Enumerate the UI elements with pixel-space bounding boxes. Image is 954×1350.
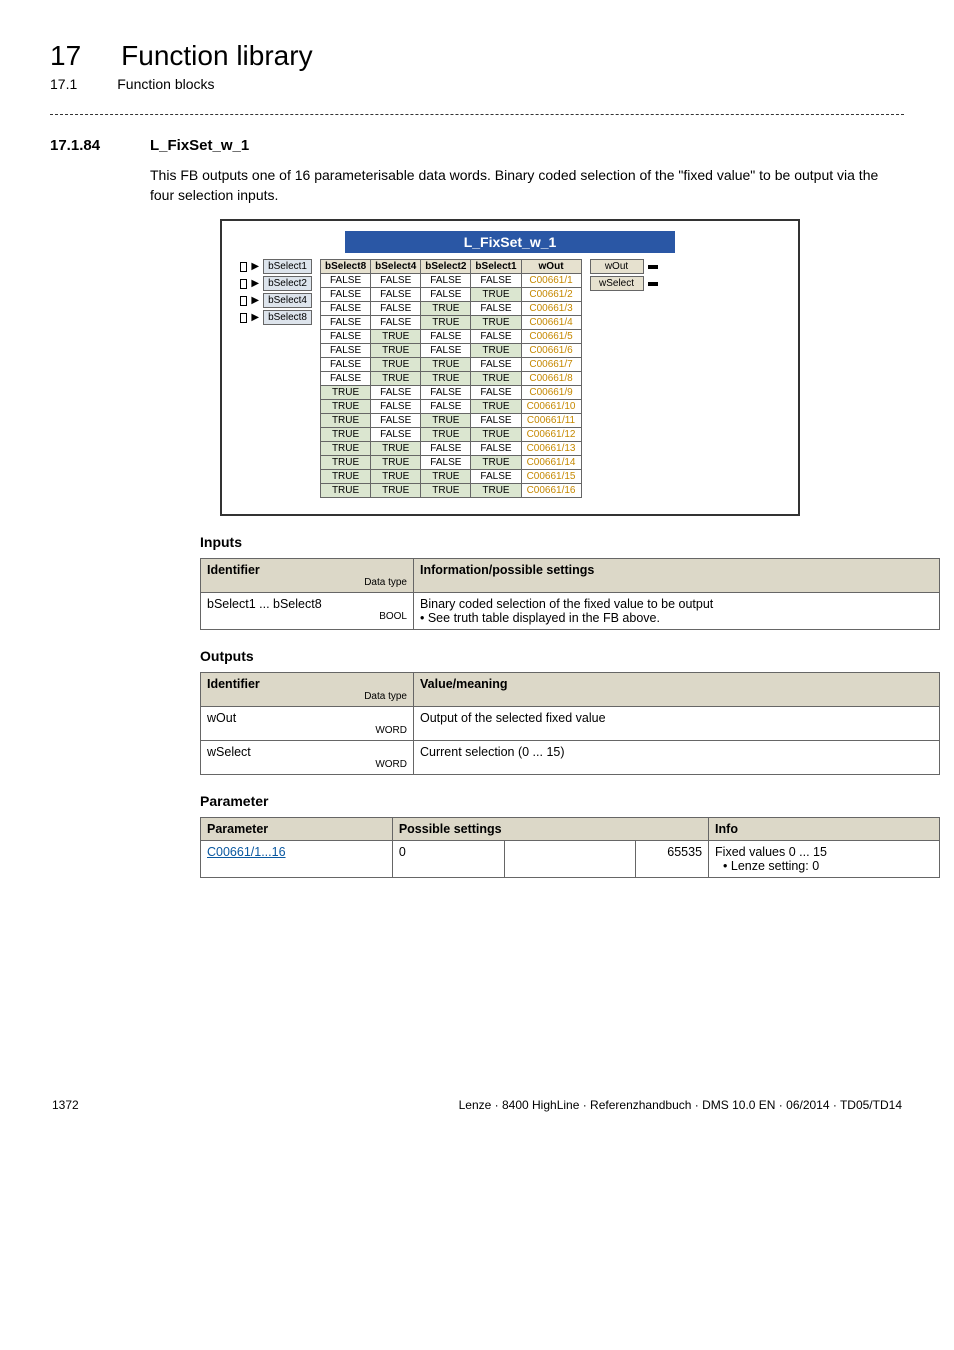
param-info2: • Lenze setting: 0 <box>715 859 819 873</box>
param-heading: Parameter <box>200 793 904 809</box>
inputs-th-info: Information/possible settings <box>414 559 940 593</box>
inputs-th-dtype: Data type <box>207 577 407 588</box>
fb-title: L_FixSet_w_1 <box>345 231 675 253</box>
chapter-title: Function library <box>121 40 312 72</box>
truth-row: TRUETRUETRUETRUEC00661/16 <box>321 484 582 498</box>
divider <box>50 114 904 115</box>
param-th-param: Parameter <box>201 818 393 841</box>
truth-row: TRUEFALSETRUETRUEC00661/12 <box>321 428 582 442</box>
param-th-info: Info <box>709 818 940 841</box>
truth-row: FALSEFALSETRUETRUEC00661/4 <box>321 316 582 330</box>
param-info1: Fixed values 0 ... 15 <box>715 845 827 859</box>
outputs-th-id: Identifier <box>207 677 260 691</box>
param-link[interactable]: C00661/1...16 <box>207 845 286 859</box>
fb-output-wselect: wSelect <box>590 276 658 291</box>
outputs-row0-info: Output of the selected fixed value <box>414 707 940 741</box>
truth-header: bSelect4 <box>371 260 421 274</box>
inputs-table: Identifier Data type Information/possibl… <box>200 558 940 630</box>
truth-row: FALSETRUETRUEFALSEC00661/7 <box>321 358 582 372</box>
inputs-th-id: Identifier <box>207 563 260 577</box>
truth-row: TRUEFALSETRUEFALSEC00661/11 <box>321 414 582 428</box>
page-number: 1372 <box>52 1098 79 1112</box>
chapter-number: 17 <box>50 40 81 72</box>
outputs-th-dtype: Data type <box>207 691 407 702</box>
param-th-possible: Possible settings <box>392 818 708 841</box>
fb-input-bselect1: ▶bSelect1 <box>240 259 312 274</box>
truth-row: TRUETRUETRUEFALSEC00661/15 <box>321 470 582 484</box>
fb-input-bselect2: ▶bSelect2 <box>240 276 312 291</box>
outputs-row0-id: wOut <box>207 711 236 725</box>
param-min: 0 <box>392 841 504 878</box>
param-max: 65535 <box>636 841 709 878</box>
truth-row: FALSETRUEFALSEFALSEC00661/5 <box>321 330 582 344</box>
outputs-th-info: Value/meaning <box>414 673 940 707</box>
fb-diagram: L_FixSet_w_1 ▶bSelect1 ▶bSelect2 ▶bSelect4… <box>220 219 800 516</box>
truth-row: TRUEFALSEFALSEFALSEC00661/9 <box>321 386 582 400</box>
truth-row: TRUEFALSEFALSETRUEC00661/10 <box>321 400 582 414</box>
footer-right: Lenze · 8400 HighLine · Referenzhandbuch… <box>459 1098 902 1112</box>
subsection-title: Function blocks <box>117 76 214 92</box>
truth-row: FALSETRUETRUETRUEC00661/8 <box>321 372 582 386</box>
truth-header: bSelect2 <box>421 260 471 274</box>
truth-row: FALSETRUEFALSETRUEC00661/6 <box>321 344 582 358</box>
inputs-row-dtype: BOOL <box>207 611 407 622</box>
section-number: 17.1.84 <box>50 137 122 154</box>
fb-input-bselect8: ▶bSelect8 <box>240 310 312 325</box>
inputs-row-info2: • See truth table displayed in the FB ab… <box>420 611 660 625</box>
fb-output-wout: wOut <box>590 259 658 274</box>
inputs-row-id: bSelect1 ... bSelect8 <box>207 597 322 611</box>
truth-header: bSelect1 <box>471 260 521 274</box>
inputs-heading: Inputs <box>200 534 904 550</box>
truth-row: TRUETRUEFALSETRUEC00661/14 <box>321 456 582 470</box>
outputs-row1-info: Current selection (0 ... 15) <box>414 741 940 775</box>
section-title: L_FixSet_w_1 <box>150 137 249 154</box>
outputs-row0-dtype: WORD <box>207 725 407 736</box>
truth-row: FALSEFALSETRUEFALSEC00661/3 <box>321 302 582 316</box>
outputs-row1-id: wSelect <box>207 745 251 759</box>
truth-header: bSelect8 <box>321 260 371 274</box>
outputs-table: Identifier Data type Value/meaning wOut … <box>200 672 940 775</box>
truth-row: FALSEFALSEFALSEFALSEC00661/1 <box>321 274 582 288</box>
subsection-number: 17.1 <box>50 76 77 92</box>
fb-input-bselect4: ▶bSelect4 <box>240 293 312 308</box>
truth-row: FALSEFALSEFALSETRUEC00661/2 <box>321 288 582 302</box>
outputs-row1-dtype: WORD <box>207 759 407 770</box>
truth-row: TRUETRUEFALSEFALSEC00661/13 <box>321 442 582 456</box>
param-table: Parameter Possible settings Info C00661/… <box>200 817 940 878</box>
inputs-row-info1: Binary coded selection of the fixed valu… <box>420 597 713 611</box>
section-body: This FB outputs one of 16 parameterisabl… <box>150 166 904 205</box>
outputs-heading: Outputs <box>200 648 904 664</box>
truth-header: wOut <box>521 260 581 274</box>
truth-table: bSelect8bSelect4bSelect2bSelect1wOut FAL… <box>320 259 582 498</box>
